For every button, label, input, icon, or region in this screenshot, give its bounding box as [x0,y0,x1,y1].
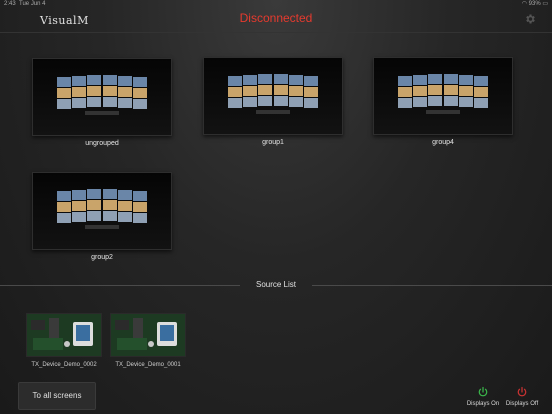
wifi-icon: ◠ [521,1,527,7]
source-item-tx-0002[interactable]: TX_Device_Demo_0002 [26,313,102,368]
group-tile-group1[interactable]: group1 [203,57,343,146]
video-wall-thumbnail [32,58,172,136]
displays-off-button[interactable]: Displays Off [502,386,542,407]
source-item-tx-0001[interactable]: TX_Device_Demo_0001 [110,313,186,368]
group-tile-ungrouped[interactable]: ungrouped [32,58,172,147]
battery-icon: ▭ [542,1,548,7]
to-all-screens-button[interactable]: To all screens [18,382,96,410]
status-time: 2:43 [4,1,16,7]
video-wall-thumbnail [32,172,172,250]
circuit-board-image [27,314,101,356]
displays-on-label: Displays On [466,401,500,407]
video-wall-thumbnail [203,57,343,135]
group-label: group1 [262,139,284,146]
group-label: group4 [432,139,454,146]
settings-gear-icon[interactable] [524,13,536,25]
displays-on-button[interactable]: Displays On [463,386,503,407]
video-wall-icon [398,74,488,114]
video-wall-thumbnail [373,57,513,135]
source-label: TX_Device_Demo_0002 [31,362,97,368]
app-header: VisualM Disconnected [0,8,552,33]
power-off-icon [517,386,527,397]
group-label: group2 [91,254,113,261]
group-tile-group2[interactable]: group2 [32,172,172,261]
video-wall-icon [57,75,147,115]
status-date: Tue Jun 4 [19,1,46,7]
source-thumbnail [110,313,186,357]
displays-off-label: Displays Off [505,401,539,407]
source-thumbnail [26,313,102,357]
video-wall-icon [228,74,318,114]
status-battery: ◠ 93% ▭ [522,0,548,8]
battery-percent: 93% [528,1,541,7]
source-label: TX_Device_Demo_0001 [115,362,181,368]
power-on-icon [478,386,488,397]
group-tile-group4[interactable]: group4 [373,57,513,146]
section-divider-right [312,285,552,286]
circuit-board-image [111,314,185,356]
status-time-date: 2:43 Tue Jun 4 [4,0,46,8]
connection-status: Disconnected [239,11,313,25]
status-bar: 2:43 Tue Jun 4 ◠ 93% ▭ [0,0,552,8]
video-wall-icon [57,189,147,229]
group-label: ungrouped [85,140,119,147]
